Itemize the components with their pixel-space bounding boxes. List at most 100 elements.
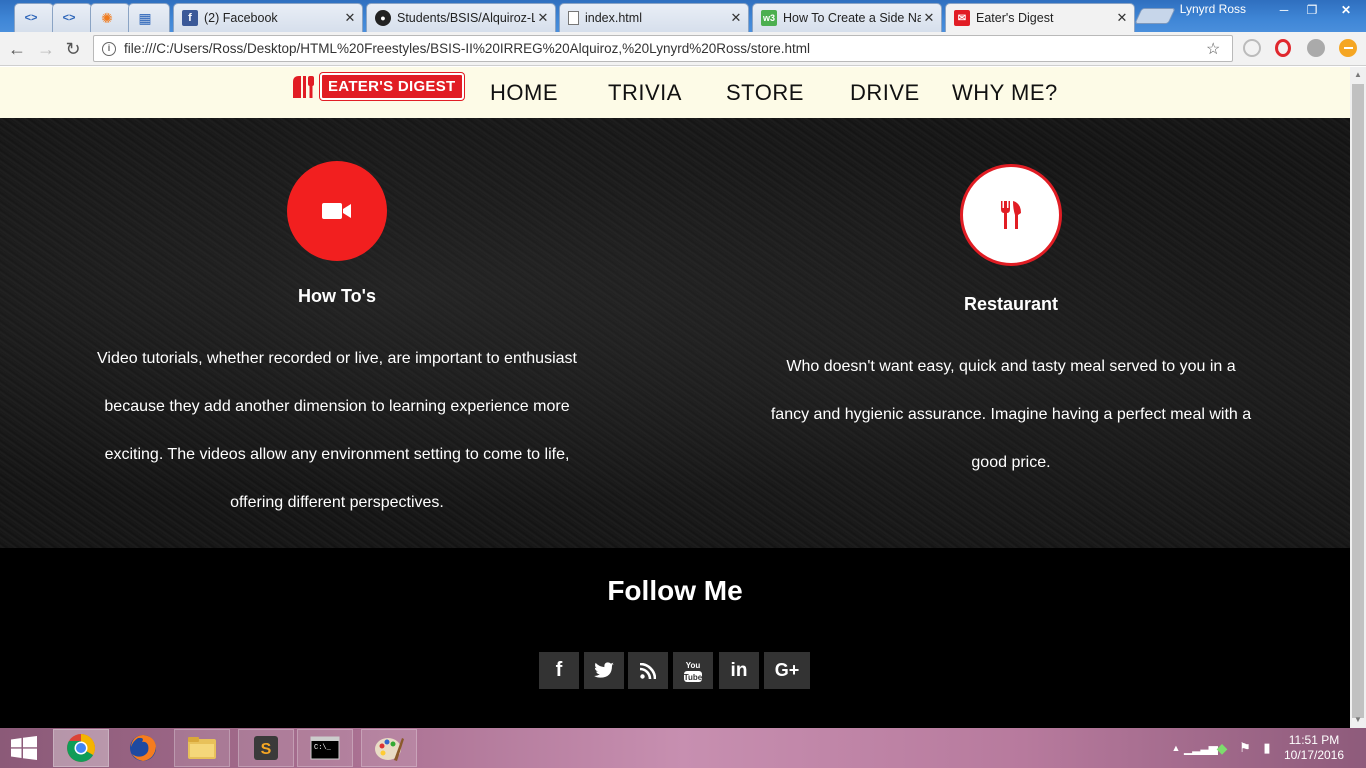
browser-tab[interactable]: w3 How To Create a Side Na ✕: [752, 3, 942, 32]
tab-title: index.html: [585, 11, 642, 25]
feature-how-tos: How To's Video tutorials, whether record…: [87, 161, 587, 527]
bookmark-star-icon[interactable]: ☆: [1206, 39, 1226, 59]
description-line: exciting. The videos allow any environme…: [104, 446, 570, 463]
browser-tab[interactable]: <>: [52, 3, 92, 32]
extension-icon[interactable]: [1243, 39, 1261, 57]
network-signal-icon[interactable]: ▁▂▃▅: [1184, 741, 1218, 755]
video-camera-icon: [322, 203, 351, 219]
google-plus-icon: G+: [774, 660, 800, 680]
clock-time: 11:51 PM: [1288, 733, 1340, 747]
browser-tab[interactable]: <>: [14, 3, 54, 32]
rss-icon: [640, 662, 656, 679]
description-line: offering different perspectives.: [230, 494, 444, 511]
youtube-icon: You Tube: [684, 661, 703, 682]
description-line: Who doesn't want easy, quick and tasty m…: [786, 358, 1236, 375]
folder-icon: [188, 737, 216, 759]
taskbar-paint[interactable]: [361, 729, 417, 767]
browser-tab[interactable]: ▦: [128, 3, 170, 32]
feature-title: How To's: [298, 286, 376, 306]
nav-drive[interactable]: DRIVE: [850, 80, 920, 106]
browser-tab[interactable]: ● Students/BSIS/Alquiroz-L ✕: [366, 3, 556, 32]
site-navbar: EATER'S DIGEST HOME TRIVIA STORE DRIVE W…: [0, 67, 1350, 118]
file-icon: [568, 11, 579, 25]
nav-trivia[interactable]: TRIVIA: [608, 80, 682, 106]
address-bar[interactable]: i file:///C:/Users/Ross/Desktop/HTML%20F…: [93, 35, 1233, 62]
tab-close-icon[interactable]: ✕: [1114, 10, 1130, 26]
browser-tab-active[interactable]: ✉ Eater's Digest ✕: [945, 3, 1135, 32]
windows-taskbar: S C:\_ ▲ ▁▂▃▅ ◆ ⚑ ▮ 11:51 PM 10/17/2016: [0, 728, 1366, 768]
svg-text:C:\_: C:\_: [314, 744, 332, 752]
close-window-button[interactable]: ✕: [1326, 0, 1366, 20]
system-clock[interactable]: 11:51 PM 10/17/2016: [1280, 733, 1348, 763]
fork-knife-icon: [1001, 201, 1021, 229]
browser-toolbar: ← → ↻ i file:///C:/Users/Ross/Desktop/HT…: [0, 32, 1366, 66]
tab-close-icon[interactable]: ✕: [342, 10, 358, 26]
svg-text:You: You: [686, 661, 701, 670]
tab-close-icon[interactable]: ✕: [921, 10, 937, 26]
browser-tab[interactable]: index.html ✕: [559, 3, 749, 32]
profile-name[interactable]: Lynyrd Ross: [1180, 2, 1246, 16]
github-icon: ●: [375, 10, 391, 26]
chrome-icon: [67, 734, 95, 762]
reload-button[interactable]: ↻: [61, 37, 85, 61]
info-icon[interactable]: i: [102, 41, 116, 56]
back-button[interactable]: ←: [5, 37, 29, 61]
taskbar-command-prompt[interactable]: C:\_: [297, 729, 353, 767]
sublime-text-icon: S: [254, 736, 278, 760]
linkedin-link[interactable]: in: [719, 652, 759, 689]
site-logo[interactable]: EATER'S DIGEST: [289, 72, 464, 100]
google-plus-link[interactable]: G+: [764, 652, 810, 689]
browser-tab-strip: <> <> ✺ ▦ f (2) Facebook ✕ ● Students/BS…: [0, 0, 1366, 32]
taskbar-firefox[interactable]: [115, 729, 171, 767]
flag-notification-icon[interactable]: ⚑: [1234, 740, 1256, 756]
tab-close-icon[interactable]: ✕: [728, 10, 744, 26]
twitter-link[interactable]: [584, 652, 624, 689]
clock-date: 10/17/2016: [1283, 748, 1345, 762]
facebook-link[interactable]: f: [539, 652, 579, 689]
page-viewport: EATER'S DIGEST HOME TRIVIA STORE DRIVE W…: [0, 67, 1350, 728]
nav-home[interactable]: HOME: [490, 80, 558, 106]
opera-icon[interactable]: [1275, 39, 1291, 57]
feature-icon-circle: [960, 164, 1062, 266]
menu-icon[interactable]: [1339, 39, 1357, 57]
tab-title: (2) Facebook: [204, 11, 278, 25]
power-icon[interactable]: ▮: [1256, 740, 1278, 756]
show-hidden-icons-icon[interactable]: ▲: [1168, 743, 1184, 753]
new-tab-button[interactable]: [1134, 8, 1176, 24]
taskbar-sublime[interactable]: S: [238, 729, 294, 767]
follow-section: Follow Me f You Tube in G+: [0, 548, 1350, 728]
reload-icon: ↻: [65, 38, 81, 59]
nav-store[interactable]: STORE: [726, 80, 804, 106]
tab-title: Eater's Digest: [976, 11, 1054, 25]
facebook-icon: f: [182, 10, 198, 26]
restore-button[interactable]: ❐: [1298, 0, 1326, 20]
network-globe-icon[interactable]: ◆: [1210, 740, 1234, 757]
feature-section: How To's Video tutorials, whether record…: [0, 118, 1350, 548]
scrollbar-thumb[interactable]: [1352, 84, 1364, 718]
page-scrollbar[interactable]: ▲ ▼: [1350, 67, 1366, 728]
youtube-link[interactable]: You Tube: [673, 652, 713, 689]
follow-title: Follow Me: [607, 575, 743, 606]
svg-text:Tube: Tube: [684, 673, 703, 682]
browser-tab[interactable]: f (2) Facebook ✕: [173, 3, 363, 32]
scroll-up-arrow[interactable]: ▲: [1350, 67, 1366, 83]
minimize-button[interactable]: ─: [1270, 0, 1298, 20]
feature-description: Who doesn't want easy, quick and tasty m…: [761, 343, 1261, 487]
arrow-right-icon: →: [37, 38, 55, 59]
nav-why-me[interactable]: WHY ME?: [952, 80, 1058, 106]
facebook-icon: f: [555, 659, 563, 681]
feature-icon-circle: [287, 161, 387, 261]
forward-button[interactable]: →: [34, 37, 58, 61]
feature-description: Video tutorials, whether recorded or liv…: [87, 335, 587, 527]
tab-close-icon[interactable]: ✕: [535, 10, 551, 26]
rss-link[interactable]: [628, 652, 668, 689]
taskbar-file-explorer[interactable]: [174, 729, 230, 767]
description-line: good price.: [971, 454, 1051, 471]
browser-tab[interactable]: ✺: [90, 3, 130, 32]
scroll-down-arrow[interactable]: ▼: [1350, 712, 1366, 728]
taskbar-chrome[interactable]: [53, 729, 109, 767]
windows-logo-icon: [11, 736, 37, 760]
svg-text:S: S: [261, 741, 272, 758]
start-button[interactable]: [0, 728, 48, 768]
extension-icon[interactable]: [1307, 39, 1325, 57]
